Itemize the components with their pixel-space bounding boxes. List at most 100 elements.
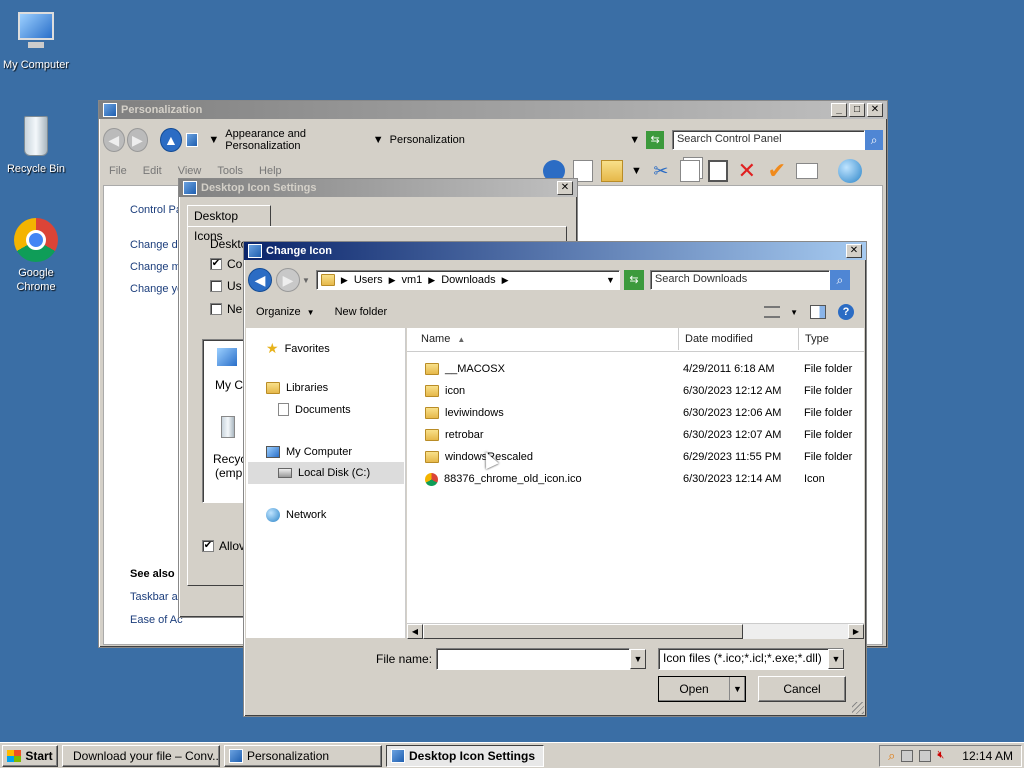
maximize-button[interactable]: □ <box>849 103 865 117</box>
file-name-input[interactable] <box>436 648 630 670</box>
back-button[interactable]: ◀ <box>103 128 125 152</box>
desktop-icon-recycle-bin[interactable]: Recycle Bin <box>0 114 72 176</box>
file-row[interactable]: retrobar 6/30/2023 12:07 AM File folder <box>407 424 864 446</box>
chevron-down-icon[interactable]: ▼ <box>631 165 642 177</box>
desktop-icon-label: Google Chrome <box>16 267 56 293</box>
file-type-dropdown-button[interactable]: ▼ <box>828 649 844 669</box>
breadcrumb-item[interactable]: Personalization <box>390 134 465 146</box>
globe-icon[interactable] <box>837 159 862 183</box>
refresh-icon[interactable]: ⇆ <box>646 131 664 149</box>
desktop-icon-my-computer[interactable]: My Computer <box>0 10 72 72</box>
checkbox-box[interactable] <box>210 303 222 315</box>
open-button[interactable]: Open ▼ <box>658 676 746 702</box>
folder-view-icon[interactable] <box>601 160 623 182</box>
link-change-desktop[interactable]: Change de <box>130 239 184 251</box>
file-row[interactable]: __MACOSX 4/29/2011 6:18 AM File folder <box>407 358 864 380</box>
link-change-mouse[interactable]: Change m <box>130 261 184 273</box>
scroll-right-arrow[interactable]: ▶ <box>848 624 864 639</box>
help-icon[interactable]: ? <box>838 304 854 320</box>
taskbar-button-personalization[interactable]: Personalization <box>224 744 382 767</box>
file-row[interactable]: windowsRescaled 6/29/2023 11:55 PM File fo… <box>407 446 864 468</box>
back-button[interactable]: ◀ <box>248 268 272 292</box>
forward-button[interactable]: ▶ <box>126 128 149 152</box>
column-header-type[interactable]: Type <box>799 328 864 350</box>
taskbar-button-desktop-icon-settings[interactable]: Desktop Icon Settings <box>386 744 544 767</box>
nav-libraries[interactable]: Libraries <box>266 382 328 394</box>
taskbar-button-chrome[interactable]: Download your file – Conv... <box>62 744 220 767</box>
nav-my-computer[interactable]: My Computer <box>266 446 352 458</box>
checkbox-box[interactable]: ✔ <box>210 258 222 270</box>
refresh-icon[interactable]: ⇆ <box>623 270 644 290</box>
close-button[interactable]: ✕ <box>846 244 862 258</box>
organize-button[interactable]: Organize <box>256 306 301 318</box>
paste-icon[interactable] <box>707 160 728 182</box>
nav-network[interactable]: Network <box>266 508 326 522</box>
file-row[interactable]: 88376_chrome_old_icon.ico 6/30/2023 12:14… <box>407 468 864 490</box>
start-button[interactable]: Start <box>2 744 58 767</box>
search-input[interactable]: Search Control Panel <box>671 130 866 150</box>
nav-favorites[interactable]: ★ Favorites <box>266 340 330 357</box>
column-header-date[interactable]: Date modified <box>679 328 799 350</box>
file-row[interactable]: leviwindows 6/30/2023 12:06 AM File folder <box>407 402 864 424</box>
search-icon[interactable]: ⌕ <box>865 130 884 150</box>
column-header-name[interactable]: Name ▲ <box>415 328 679 350</box>
breadcrumb-vm1[interactable]: vm1 <box>402 274 423 286</box>
copy-icon[interactable] <box>679 160 700 182</box>
menu-tools[interactable]: Tools <box>217 165 243 177</box>
breadcrumb-users[interactable]: Users <box>354 274 383 286</box>
checkbox-box[interactable] <box>210 280 222 292</box>
scroll-thumb[interactable] <box>423 624 743 639</box>
cut-icon[interactable]: ✂ <box>650 160 672 182</box>
link-change-account[interactable]: Change yo <box>130 283 184 295</box>
checkbox-computer[interactable]: ✔ Co <box>210 257 242 271</box>
breadcrumb-item[interactable]: Appearance and Personalization <box>225 128 366 152</box>
breadcrumb-downloads[interactable]: Downloads <box>441 274 495 286</box>
link-taskbar[interactable]: Taskbar ar <box>130 591 181 603</box>
cancel-button[interactable]: Cancel <box>758 676 846 702</box>
menu-view[interactable]: View <box>178 165 202 177</box>
file-row[interactable]: icon 6/30/2023 12:12 AM File folder <box>407 380 864 402</box>
address-bar[interactable]: ▶ Users ▶ vm1 ▶ Downloads ▶ ▼ <box>315 270 620 290</box>
minimize-button[interactable]: _ <box>831 103 847 117</box>
chevron-down-icon[interactable]: ▼ <box>629 134 640 146</box>
volume-tray-icon[interactable]: 🔇︎ <box>937 749 944 762</box>
file-type-select[interactable]: Icon files (*.ico;*.icl;*.exe;*.dll) <box>658 648 844 670</box>
checkbox-network[interactable]: Ne <box>210 302 242 316</box>
menu-edit[interactable]: Edit <box>143 165 162 177</box>
tab-desktop-icons[interactable]: Desktop Icons <box>187 205 271 243</box>
link-ease-of-access[interactable]: Ease of Ac <box>130 614 183 626</box>
checkbox-allow-themes[interactable]: ✔ Allov <box>202 539 245 553</box>
resize-grip[interactable] <box>852 702 864 714</box>
close-button[interactable]: ✕ <box>867 103 883 117</box>
preview-pane-icon[interactable] <box>810 305 826 319</box>
delete-icon[interactable]: ✕ <box>736 160 758 182</box>
checkbox-user[interactable]: Us <box>210 279 242 293</box>
close-button[interactable]: ✕ <box>557 181 573 195</box>
chevron-down-icon[interactable]: ▼ <box>606 275 615 285</box>
network-tray-icon[interactable] <box>901 749 914 762</box>
nav-documents[interactable]: Documents <box>278 403 351 416</box>
open-split-arrow[interactable]: ▼ <box>729 677 745 701</box>
checkbox-box[interactable]: ✔ <box>202 540 214 552</box>
chevron-down-icon[interactable]: ▼ <box>790 308 798 317</box>
mail-icon[interactable] <box>795 163 818 179</box>
forward-button[interactable]: ▶ <box>276 268 300 292</box>
menu-file[interactable]: File <box>109 165 127 177</box>
clock[interactable]: 12:14 AM <box>962 749 1013 763</box>
up-button[interactable]: ▲ <box>160 128 182 152</box>
new-folder-button[interactable]: New folder <box>335 306 388 318</box>
search-input[interactable]: Search Downloads <box>649 270 830 290</box>
link-control-panel[interactable]: Control Pa <box>130 204 184 216</box>
file-name-dropdown-button[interactable]: ▼ <box>630 649 646 669</box>
search-tray-icon[interactable]: ⌕ <box>888 748 895 764</box>
scroll-left-arrow[interactable]: ◀ <box>407 624 423 639</box>
desktop-icon-google-chrome[interactable]: Google Chrome <box>0 218 72 294</box>
menu-help[interactable]: Help <box>259 165 282 177</box>
view-options-icon[interactable] <box>764 306 781 318</box>
check-icon[interactable]: ✔ <box>766 160 788 182</box>
chevron-down-icon[interactable]: ▼ <box>302 276 310 285</box>
horizontal-scrollbar[interactable]: ◀ ▶ <box>407 623 864 639</box>
nav-local-disk[interactable]: Local Disk (C:) <box>248 462 404 484</box>
search-icon[interactable]: ⌕ <box>829 270 850 290</box>
display-tray-icon[interactable] <box>919 749 932 762</box>
